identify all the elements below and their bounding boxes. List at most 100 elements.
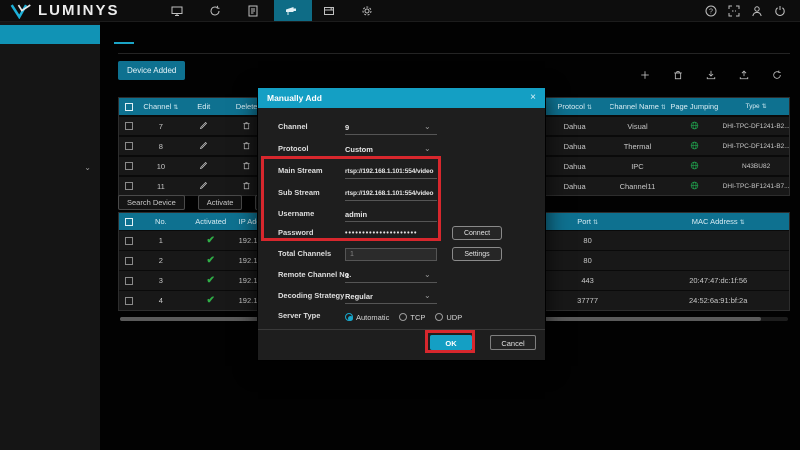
search-device-button[interactable]: Search Device	[118, 195, 185, 210]
column-header-protocol[interactable]: Protocol	[540, 102, 610, 111]
row-checkbox[interactable]	[125, 142, 133, 150]
chevron-down-icon[interactable]	[424, 270, 431, 279]
cell-select	[119, 162, 139, 170]
chevron-down-icon[interactable]	[424, 291, 431, 300]
row-checkbox[interactable]	[125, 297, 133, 305]
globe-icon[interactable]	[690, 121, 699, 132]
select-all-checkbox[interactable]	[125, 103, 133, 111]
edit-pencil-icon[interactable]	[199, 121, 208, 132]
delete-trash-icon[interactable]	[242, 141, 251, 152]
close-icon[interactable]	[530, 93, 536, 103]
chevron-down-icon[interactable]	[424, 144, 431, 153]
cell-channel: 7	[139, 122, 183, 131]
globe-icon[interactable]	[690, 141, 699, 152]
row-checkbox[interactable]	[125, 182, 133, 190]
help-icon[interactable]: ?	[705, 5, 717, 17]
fullscreen-icon[interactable]	[728, 5, 740, 17]
server-type-radio-automatic[interactable]: Automatic	[345, 313, 389, 322]
row-checkbox[interactable]	[125, 277, 133, 285]
sidebar-item-video-parameters[interactable]	[0, 120, 100, 139]
chevron-down-icon[interactable]	[424, 122, 431, 131]
sidebar-item-ai-event[interactable]: ⌄	[0, 158, 100, 177]
sidebar-item-image-attributes[interactable]	[0, 63, 100, 82]
nav-item-live-view[interactable]	[160, 0, 198, 21]
globe-icon[interactable]	[690, 181, 699, 192]
toolbar-export-button[interactable]	[739, 70, 755, 82]
toolbar-manually-add-button[interactable]	[640, 70, 656, 82]
toolbar-refresh-button[interactable]	[772, 70, 788, 82]
username-input[interactable]: admin	[345, 208, 437, 222]
nav-item-playback[interactable]	[198, 0, 236, 21]
column-header-check	[119, 218, 139, 226]
column-header-type[interactable]: Type	[723, 103, 789, 110]
cell-type: DHI-TPC-DF1241-B2...	[723, 143, 789, 150]
edit-pencil-icon[interactable]	[199, 141, 208, 152]
sidebar-item-smart-light[interactable]	[0, 82, 100, 101]
activate-button[interactable]: Activate	[198, 195, 243, 210]
user-icon[interactable]	[751, 5, 763, 17]
table-toolbar	[640, 70, 788, 82]
brand-logo: LUMINYS	[0, 0, 160, 21]
radio-dot-icon	[435, 313, 443, 321]
connect-button[interactable]: Connect	[452, 226, 502, 240]
toolbar-delete-button[interactable]	[673, 70, 689, 82]
globe-icon[interactable]	[690, 161, 699, 172]
server-type-radio-udp[interactable]: UDP	[435, 313, 462, 322]
cell-port: 80	[528, 256, 648, 265]
main-stream-input[interactable]: rtsp://192.168.1.101:554/video	[345, 165, 437, 179]
protocol-field-row: Protocol Custom	[258, 143, 545, 158]
tab-camera-registration[interactable]	[118, 32, 130, 44]
device-added-button[interactable]: Device Added	[118, 61, 185, 80]
username-label: Username	[278, 209, 314, 218]
modal-title: Manually Add	[267, 93, 322, 103]
search-doc-icon	[247, 5, 259, 17]
sidebar-item-camera-registration[interactable]	[0, 25, 100, 44]
row-checkbox[interactable]	[125, 162, 133, 170]
modal-footer-divider	[258, 329, 545, 330]
cell-mac-address: 24:52:6a:91:bf:2a	[647, 296, 789, 305]
cell-no: 1	[139, 236, 183, 245]
delete-trash-icon[interactable]	[242, 121, 251, 132]
username-field-row: Username admin	[258, 208, 545, 223]
settings-button[interactable]: Settings	[452, 247, 502, 261]
nav-item-camera[interactable]	[274, 0, 312, 21]
power-icon[interactable]	[774, 5, 786, 17]
cell-channel: 8	[139, 142, 183, 151]
system-gear-icon	[361, 5, 373, 17]
edit-pencil-icon[interactable]	[199, 161, 208, 172]
total-channels-label: Total Channels	[278, 249, 331, 258]
column-header-channel-name[interactable]: Channel Name	[610, 102, 666, 111]
delete-trash-icon[interactable]	[242, 161, 251, 172]
row-checkbox[interactable]	[125, 237, 133, 245]
sidebar-item-basic-event[interactable]	[0, 139, 100, 158]
nav-item-search[interactable]	[236, 0, 274, 21]
ok-button[interactable]: OK	[430, 335, 472, 350]
cancel-button[interactable]: Cancel	[490, 335, 536, 350]
server-type-radio-tcp[interactable]: TCP	[399, 313, 425, 322]
sidebar-item-video-overlay[interactable]	[0, 101, 100, 120]
radio-label: UDP	[446, 313, 462, 322]
column-header-mac-address[interactable]: MAC Address	[647, 217, 789, 226]
column-header-label: MAC Address	[692, 217, 745, 226]
tab-camera-upgrade[interactable]	[158, 32, 170, 44]
svg-text:?: ?	[709, 8, 713, 15]
edit-pencil-icon[interactable]	[199, 181, 208, 192]
column-header-label: Activated	[195, 217, 226, 226]
row-checkbox[interactable]	[125, 257, 133, 265]
select-all-checkbox[interactable]	[125, 218, 133, 226]
cell-port: 37777	[528, 296, 648, 305]
nav-item-system[interactable]	[350, 0, 388, 21]
column-header-port[interactable]: Port	[528, 217, 648, 226]
sidebar-item-poe[interactable]	[0, 44, 100, 63]
password-input[interactable]: •••••••••••••••••••••	[345, 227, 437, 241]
cell-edit	[183, 181, 225, 192]
row-checkbox[interactable]	[125, 122, 133, 130]
delete-trash-icon[interactable]	[242, 181, 251, 192]
radio-label: Automatic	[356, 313, 389, 322]
sub-stream-input[interactable]: rtsp://192.168.1.101:554/video	[345, 187, 437, 201]
toolbar-import-button[interactable]	[706, 70, 722, 82]
column-header-label: Channel	[143, 102, 178, 111]
column-header-label: Port	[577, 217, 598, 226]
column-header-channel[interactable]: Channel	[139, 102, 183, 111]
nav-item-storage[interactable]	[312, 0, 350, 21]
